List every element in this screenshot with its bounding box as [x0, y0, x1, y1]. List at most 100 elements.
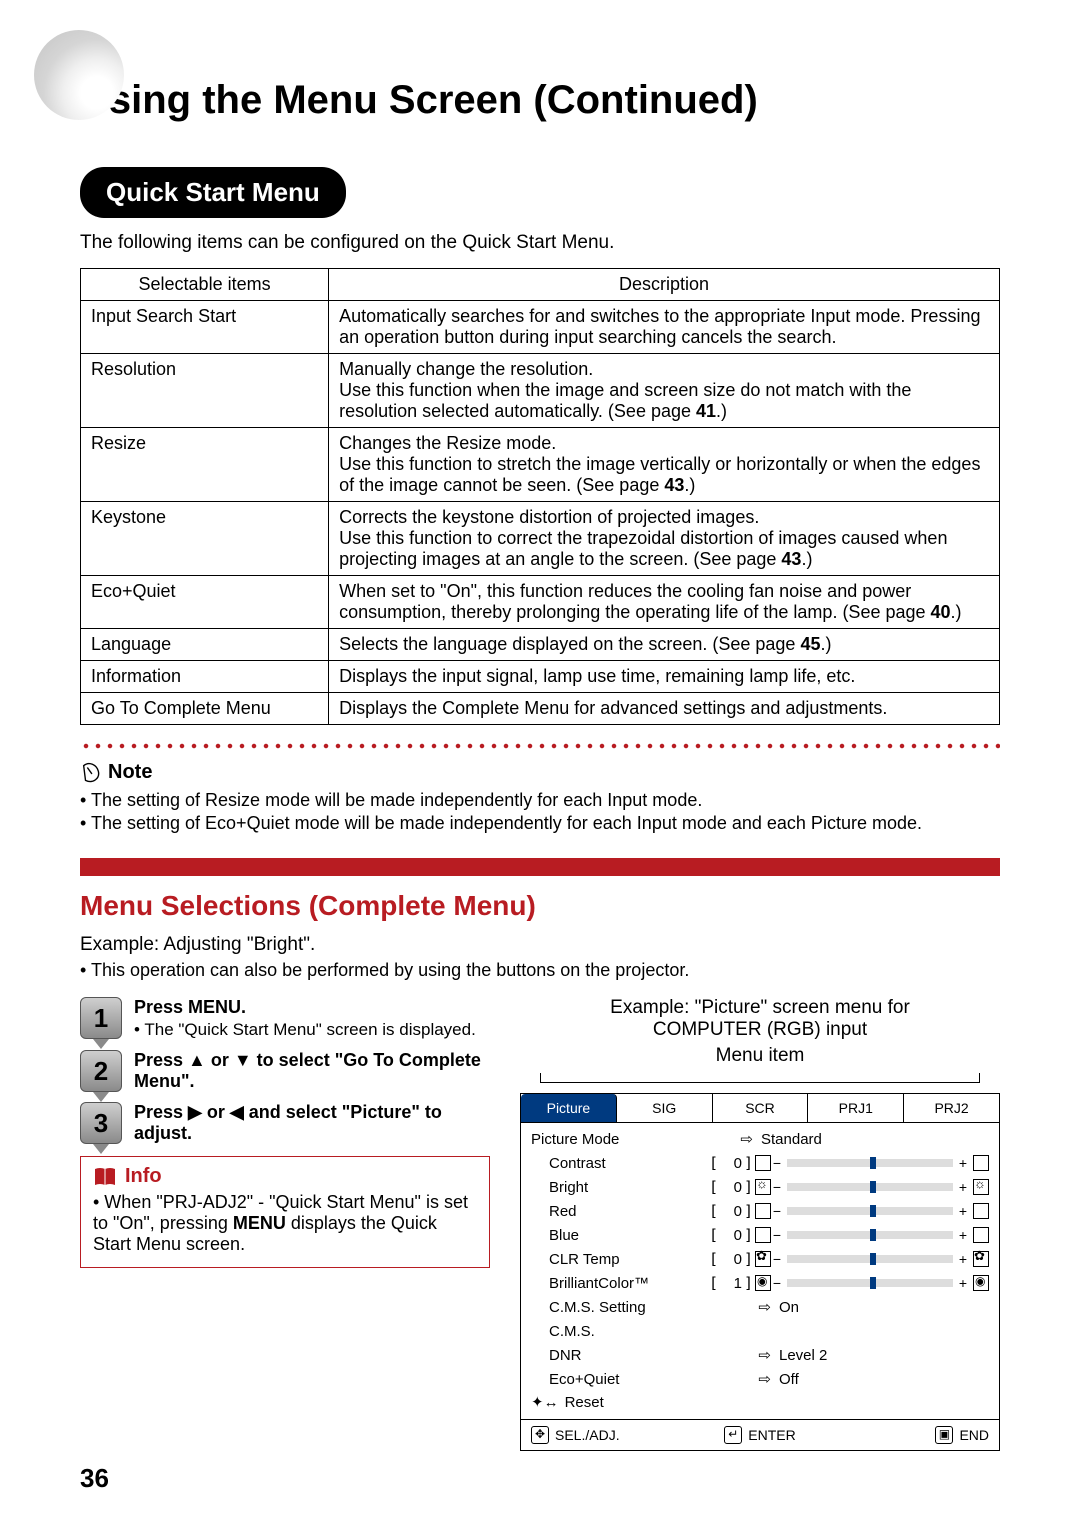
osd-tab[interactable]: PRJ1	[808, 1094, 904, 1122]
osd-footer-sel: SEL./ADJ.	[555, 1427, 620, 1443]
example-sub: • This operation can also be performed b…	[80, 960, 1000, 981]
slider-left-icon	[755, 1155, 771, 1171]
slider-left-icon	[755, 1251, 771, 1267]
table-cell-item: Information	[81, 661, 329, 693]
osd-slider-row: Contrast[0]−+	[531, 1151, 989, 1175]
osd-slider-value: [0]	[679, 1250, 771, 1268]
osd-slider[interactable]: −+	[771, 1275, 989, 1291]
slider-left-icon	[755, 1227, 771, 1243]
red-divider	[80, 858, 1000, 876]
osd-tab[interactable]: Picture	[521, 1094, 617, 1122]
slider-right-icon	[973, 1227, 989, 1243]
osd-setting-row: C.M.S.	[531, 1319, 989, 1343]
table-row: ResizeChanges the Resize mode.Use this f…	[81, 428, 1000, 502]
osd-picture-mode-value: Standard	[761, 1131, 989, 1148]
table-row: Eco+QuietWhen set to "On", this function…	[81, 576, 1000, 629]
osd-slider[interactable]: −+	[771, 1179, 989, 1195]
section2-heading: Menu Selections (Complete Menu)	[80, 890, 1000, 922]
step-number-chip: 2	[80, 1050, 122, 1092]
osd-setting-label: DNR	[531, 1347, 679, 1364]
info-label: Info	[125, 1165, 162, 1188]
info-text: • When "PRJ-ADJ2" - "Quick Start Menu" i…	[93, 1192, 477, 1255]
table-cell-item: Go To Complete Menu	[81, 693, 329, 725]
table-cell-item: Resize	[81, 428, 329, 502]
decorative-bubble	[34, 30, 124, 120]
osd-caption-2: COMPUTER (RGB) input	[520, 1019, 1000, 1041]
slider-right-icon	[973, 1251, 989, 1267]
arrow-icon	[679, 1370, 779, 1388]
osd-slider[interactable]: −+	[771, 1155, 989, 1171]
note-item: • The setting of Resize mode will be mad…	[80, 790, 1000, 811]
osd-tab[interactable]: PRJ2	[904, 1094, 999, 1122]
seladj-icon: ✥	[531, 1426, 549, 1444]
table-cell-desc: When set to "On", this function reduces …	[329, 576, 1000, 629]
table-cell-desc: Displays the input signal, lamp use time…	[329, 661, 1000, 693]
osd-slider-row: Bright[0]−+	[531, 1175, 989, 1199]
osd-slider-value: [0]	[679, 1178, 771, 1196]
table-row: Input Search StartAutomatically searches…	[81, 301, 1000, 354]
table-cell-desc: Selects the language displayed on the sc…	[329, 629, 1000, 661]
osd-slider-row: Red[0]−+	[531, 1199, 989, 1223]
table-cell-desc: Automatically searches for and switches …	[329, 301, 1000, 354]
osd-setting-label: Eco+Quiet	[531, 1371, 679, 1388]
osd-slider-label: BrilliantColor™	[531, 1275, 679, 1292]
note-label: Note	[108, 761, 152, 784]
osd-screen: PictureSIGSCRPRJ1PRJ2 Picture Mode Stand…	[520, 1093, 1000, 1451]
osd-slider-value: [0]	[679, 1226, 771, 1244]
slider-left-icon	[755, 1275, 771, 1291]
table-row: ResolutionManually change the resolution…	[81, 354, 1000, 428]
osd-slider[interactable]: −+	[771, 1227, 989, 1243]
th-items: Selectable items	[81, 269, 329, 301]
step-number-chip: 3	[80, 1102, 122, 1144]
note-item: • The setting of Eco+Quiet mode will be …	[80, 813, 1000, 834]
menu-item-label: Menu item	[520, 1045, 1000, 1067]
osd-slider[interactable]: −+	[771, 1203, 989, 1219]
quick-start-table: Selectable items Description Input Searc…	[80, 268, 1000, 725]
osd-setting-label: C.M.S. Setting	[531, 1299, 679, 1316]
osd-tab[interactable]: SCR	[713, 1094, 809, 1122]
step-body: Press ▶ or ◀ and select "Picture" to adj…	[134, 1102, 490, 1144]
osd-slider-row: CLR Temp[0]−+	[531, 1247, 989, 1271]
table-row: KeystoneCorrects the keystone distortion…	[81, 502, 1000, 576]
table-cell-desc: Displays the Complete Menu for advanced …	[329, 693, 1000, 725]
osd-slider-label: CLR Temp	[531, 1251, 679, 1268]
osd-setting-label: C.M.S.	[531, 1323, 679, 1340]
osd-setting-value: On	[779, 1299, 989, 1316]
table-row: LanguageSelects the language displayed o…	[81, 629, 1000, 661]
note-list: • The setting of Resize mode will be mad…	[80, 790, 1000, 834]
example-line: Example: Adjusting "Bright".	[80, 934, 1000, 956]
reset-icon: ✦↔	[531, 1393, 559, 1411]
table-cell-item: Input Search Start	[81, 301, 329, 354]
osd-slider-label: Bright	[531, 1179, 679, 1196]
table-cell-desc: Manually change the resolution.Use this …	[329, 354, 1000, 428]
osd-slider-label: Blue	[531, 1227, 679, 1244]
step-body: Press MENU.• The "Quick Start Menu" scre…	[134, 997, 490, 1040]
table-cell-item: Resolution	[81, 354, 329, 428]
step: 3 Press ▶ or ◀ and select "Picture" to ad…	[80, 1102, 490, 1144]
note-heading: Note	[80, 761, 1000, 784]
dotted-divider	[80, 743, 1000, 749]
slider-right-icon	[973, 1203, 989, 1219]
table-cell-desc: Corrects the keystone distortion of proj…	[329, 502, 1000, 576]
section-heading: Quick Start Menu	[80, 167, 346, 218]
osd-slider-value: [0]	[679, 1154, 771, 1172]
step: 2Press ▲ or ▼ to select "Go To Complete …	[80, 1050, 490, 1092]
info-box: Info • When "PRJ-ADJ2" - "Quick Start Me…	[80, 1156, 490, 1268]
table-row: Go To Complete MenuDisplays the Complete…	[81, 693, 1000, 725]
osd-picture-mode-label: Picture Mode	[531, 1131, 661, 1148]
osd-slider[interactable]: −+	[771, 1251, 989, 1267]
table-cell-item: Eco+Quiet	[81, 576, 329, 629]
osd-setting-row: DNRLevel 2	[531, 1343, 989, 1367]
table-row: InformationDisplays the input signal, la…	[81, 661, 1000, 693]
table-cell-item: Language	[81, 629, 329, 661]
page-number: 36	[80, 1463, 109, 1494]
slider-left-icon	[755, 1179, 771, 1195]
osd-footer-enter: ENTER	[748, 1427, 795, 1443]
table-cell-desc: Changes the Resize mode.Use this functio…	[329, 428, 1000, 502]
osd-caption-1: Example: "Picture" screen menu for	[520, 997, 1000, 1019]
th-desc: Description	[329, 269, 1000, 301]
osd-tab[interactable]: SIG	[617, 1094, 713, 1122]
arrow-icon	[679, 1298, 779, 1316]
book-icon	[93, 1167, 117, 1187]
end-icon: ▣	[935, 1426, 953, 1444]
